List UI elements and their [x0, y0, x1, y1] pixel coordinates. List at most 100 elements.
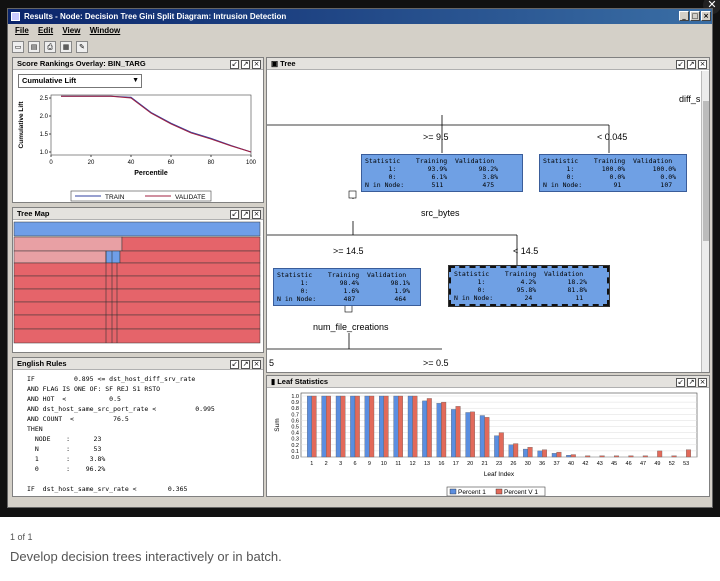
- scroll-thumb[interactable]: [703, 101, 709, 241]
- tree-map-graphic: [13, 221, 261, 344]
- document-icon[interactable]: ▤: [28, 41, 40, 53]
- treemap-node[interactable]: [105, 250, 121, 264]
- bar-percentv1: [426, 398, 432, 458]
- menu-window[interactable]: Window: [90, 26, 121, 35]
- x-tick-label: 12: [410, 461, 416, 467]
- y-tick-label: 0.1: [291, 449, 299, 455]
- y-tick-label: 0.3: [291, 437, 299, 443]
- x-tick-label: 3: [339, 461, 342, 467]
- close-icon[interactable]: ×: [252, 210, 261, 219]
- close-icon[interactable]: ×: [252, 360, 261, 369]
- treemap-node[interactable]: [13, 288, 261, 303]
- pager-text: 1 of 1: [10, 532, 33, 542]
- dropdown-value: Cumulative Lift: [22, 76, 77, 85]
- x-tick-label: 21: [482, 461, 488, 467]
- dock-icon[interactable]: ↙: [230, 60, 239, 69]
- branch-label: < 14.5: [513, 246, 539, 256]
- x-tick-label: 17: [453, 461, 459, 467]
- x-tick-label: 53: [683, 461, 689, 467]
- bar-percent1: [364, 395, 370, 458]
- treemap-node[interactable]: [13, 275, 261, 290]
- treemap-node[interactable]: [13, 328, 261, 344]
- panel-title: Tree: [280, 59, 296, 68]
- float-icon[interactable]: ↗: [687, 60, 696, 69]
- tree-node[interactable]: Statistic Training Validation 1: 93.9% 9…: [361, 154, 523, 192]
- panel-controls[interactable]: ↙ ↗ ×: [228, 59, 261, 69]
- bar-percentv1: [311, 395, 317, 458]
- treemap-node[interactable]: [121, 236, 261, 252]
- dock-icon[interactable]: ↙: [676, 60, 685, 69]
- treemap-node[interactable]: [13, 301, 261, 316]
- treemap-node[interactable]: [13, 314, 261, 330]
- close-icon[interactable]: ×: [698, 378, 707, 387]
- panel-title: Score Rankings Overlay: BIN_TARG: [17, 59, 146, 68]
- expand-toggle[interactable]: [348, 190, 357, 199]
- panel-controls[interactable]: ↙ ↗ ×: [228, 209, 261, 219]
- panel-controls[interactable]: ↙ ↗ ×: [674, 59, 707, 69]
- x-tick-label: 26: [510, 461, 516, 467]
- float-icon[interactable]: ↗: [241, 60, 250, 69]
- close-window-button[interactable]: ×: [701, 11, 711, 21]
- treemap-node[interactable]: [119, 250, 261, 264]
- split-label-diff: diff_s: [679, 94, 701, 104]
- treemap-node[interactable]: [13, 262, 261, 277]
- menu-bar: File Edit View Window: [8, 24, 712, 38]
- legend-percentv1-label: Percent V 1: [504, 489, 538, 496]
- x-tick-label: 46: [626, 461, 632, 467]
- bar-percent1: [566, 455, 572, 458]
- panel-controls[interactable]: ↙ ↗ ×: [674, 377, 707, 387]
- y-tick-label: 2.0: [40, 114, 49, 120]
- bar-percent1: [479, 415, 485, 458]
- dock-icon[interactable]: ↙: [676, 378, 685, 387]
- dock-icon[interactable]: ↙: [230, 360, 239, 369]
- tree-node-selected[interactable]: Statistic Training Validation 1: 4.2% 18…: [449, 266, 609, 306]
- menu-edit[interactable]: Edit: [38, 26, 53, 35]
- bar-percentv1: [470, 411, 475, 458]
- treemap-root[interactable]: [13, 221, 261, 237]
- x-tick-label: 45: [611, 461, 617, 467]
- close-icon[interactable]: ×: [252, 60, 261, 69]
- minimize-button[interactable]: _: [679, 11, 689, 21]
- y-tick-label: 0.7: [291, 412, 299, 418]
- bar-percent1: [465, 412, 471, 458]
- float-icon[interactable]: ↗: [241, 360, 250, 369]
- float-icon[interactable]: ↗: [241, 210, 250, 219]
- panel-controls[interactable]: ↙ ↗ ×: [228, 359, 261, 369]
- bar-percentv1: [455, 406, 461, 458]
- close-icon[interactable]: ×: [698, 60, 707, 69]
- tree-node[interactable]: Statistic Training Validation 1: 100.0% …: [539, 154, 687, 192]
- x-tick-label: 40: [128, 160, 135, 166]
- expand-toggle[interactable]: [344, 304, 353, 313]
- float-icon[interactable]: ↗: [687, 378, 696, 387]
- print-icon[interactable]: ⎙: [44, 41, 56, 53]
- menu-file[interactable]: File: [15, 26, 29, 35]
- bar-percentv1: [671, 455, 677, 458]
- x-tick-label: 80: [208, 160, 215, 166]
- y-tick-label: 1.5: [40, 132, 49, 138]
- x-tick-label: 6: [353, 461, 356, 467]
- bar-percentv1: [628, 455, 634, 458]
- bar-percentv1: [657, 450, 663, 458]
- panel-title: Leaf Statistics: [277, 377, 329, 386]
- grid-icon[interactable]: ▦: [60, 41, 72, 53]
- maximize-button[interactable]: □: [690, 11, 700, 21]
- treemap-node[interactable]: [13, 236, 123, 252]
- menu-view[interactable]: View: [62, 26, 80, 35]
- treemap-node[interactable]: [13, 250, 107, 264]
- tree-edge: [441, 125, 610, 153]
- y-tick-label: 0.6: [291, 418, 299, 424]
- split-label-num-file-creations: num_file_creations: [313, 322, 389, 332]
- bar-percent1: [350, 395, 356, 458]
- chart-type-dropdown[interactable]: Cumulative Lift ▼: [18, 74, 142, 88]
- x-tick-label: 43: [597, 461, 603, 467]
- tree-node[interactable]: Statistic Training Validation 1: 98.4% 9…: [273, 268, 421, 306]
- tree-panel: ▣ Tree ↙ ↗ × diff_s >= 9.5 < 0.045 Statist…: [266, 57, 710, 373]
- panel-title: English Rules: [17, 359, 67, 368]
- tree-map-panel: Tree Map ↙ ↗ ×: [12, 207, 264, 353]
- new-icon[interactable]: ▭: [12, 41, 24, 53]
- settings-icon[interactable]: ✎: [76, 41, 88, 53]
- dock-icon[interactable]: ↙: [230, 210, 239, 219]
- y-tick-label: 0.9: [291, 400, 299, 406]
- bar-percentv1: [398, 395, 403, 458]
- x-tick-label: 2: [325, 461, 328, 467]
